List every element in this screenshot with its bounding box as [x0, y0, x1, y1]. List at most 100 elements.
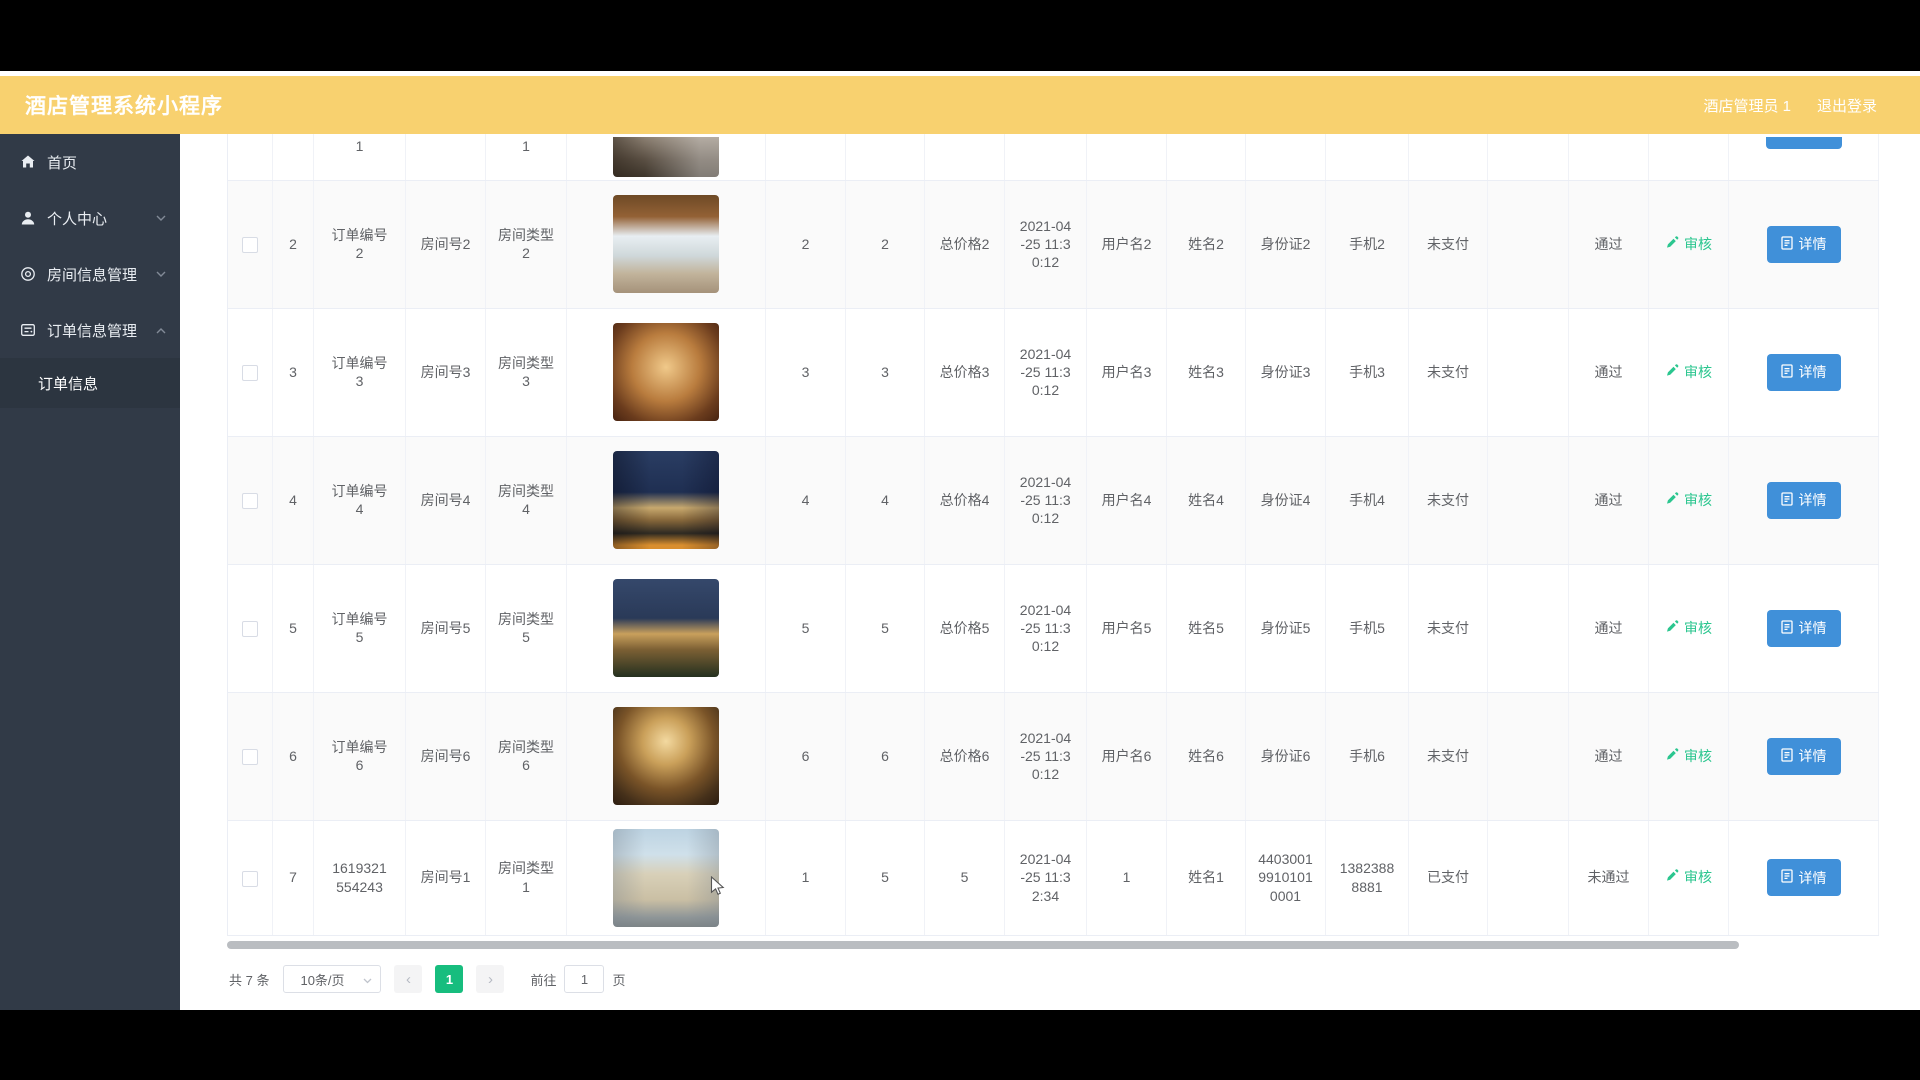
room-image — [566, 820, 766, 936]
row-checkbox[interactable] — [242, 237, 258, 254]
pay-status — [1408, 134, 1488, 181]
room-number — [405, 134, 486, 181]
audit-link[interactable]: 审核 — [1665, 619, 1712, 637]
page-1-button[interactable]: 1 — [435, 965, 464, 993]
room-image[interactable] — [613, 828, 719, 927]
cell-value: 2021-04-25 11:32:34 — [1019, 851, 1072, 904]
cell-value: 总价格4 — [939, 491, 990, 508]
real-name: 姓名2 — [1166, 180, 1246, 309]
audit-link[interactable]: 审核 — [1665, 491, 1712, 509]
num-col-1: 6 — [765, 692, 846, 821]
audit-status: 未通过 — [1568, 820, 1649, 936]
detail-button[interactable]: 详情 — [1766, 353, 1841, 391]
num-col-2: 4 — [845, 436, 925, 565]
cell-value: 用户名2 — [1101, 235, 1152, 252]
room-image — [566, 180, 766, 309]
phone-number — [1325, 134, 1409, 181]
id-card: 身份证6 — [1245, 692, 1326, 821]
detail-button[interactable]: 详情 — [1766, 225, 1841, 263]
detail-label: 详情 — [1798, 620, 1827, 636]
audit-link[interactable]: 审核 — [1665, 747, 1712, 765]
cell-value: 5 — [960, 869, 969, 886]
cell-value: 5 — [881, 869, 889, 886]
detail-button[interactable]: 详情 — [1766, 737, 1841, 775]
cell-value: 2021-04-25 11:30:12 — [1019, 473, 1072, 527]
row-index: 6 — [272, 692, 314, 821]
horizontal-scrollbar-thumb[interactable] — [227, 941, 1739, 949]
username: 用户名6 — [1086, 692, 1167, 821]
row-checkbox[interactable] — [242, 749, 258, 766]
order-number: 订单编号3 — [313, 308, 406, 437]
cell-value: 1 — [522, 138, 530, 154]
sidebar-subitem-order-info[interactable]: 订单信息 — [0, 358, 180, 408]
row-index: 2 — [272, 180, 314, 309]
sidebar-item-room-management[interactable]: 房间信息管理 — [0, 246, 180, 302]
cell-value: 1619321554243 — [332, 860, 387, 895]
audit-link[interactable]: 审核 — [1665, 868, 1712, 886]
cell-value: 通过 — [1594, 747, 1623, 764]
cell-value: 身份证3 — [1260, 363, 1311, 380]
cell-value: 未支付 — [1427, 491, 1469, 508]
audit-label: 审核 — [1684, 619, 1712, 636]
detail-button[interactable] — [1765, 137, 1842, 149]
select-checkbox — [227, 692, 273, 821]
order-time — [1004, 134, 1087, 181]
chevron-down-icon — [156, 215, 166, 222]
logout-link[interactable]: 退出登录 — [1817, 95, 1877, 116]
detail-button: 详情 — [1728, 180, 1879, 309]
room-image[interactable] — [613, 137, 719, 177]
cell-value: 已支付 — [1427, 869, 1469, 886]
detail-button[interactable]: 详情 — [1766, 609, 1841, 647]
id-card: 身份证5 — [1245, 564, 1326, 693]
goto-page-input[interactable] — [564, 965, 605, 993]
pay-status: 未支付 — [1408, 564, 1488, 693]
sidebar-item-home[interactable]: 首页 — [0, 134, 180, 190]
cell-value: 6 — [881, 747, 889, 764]
cell-value: 1 — [1122, 869, 1131, 886]
detail-button[interactable]: 详情 — [1766, 859, 1841, 896]
phone-number: 手机5 — [1325, 564, 1409, 693]
room-image[interactable] — [613, 451, 719, 549]
num-col-2: 6 — [845, 692, 925, 821]
num-col-2: 2 — [845, 180, 925, 309]
row-checkbox[interactable] — [242, 621, 258, 638]
room-image[interactable] — [613, 195, 719, 293]
select-arrow-icon — [363, 972, 372, 987]
blank-col — [1487, 436, 1569, 565]
cell-value: 6 — [801, 747, 810, 764]
audit-link[interactable]: 审核 — [1665, 363, 1712, 381]
phone-number: 手机3 — [1325, 308, 1409, 437]
num-col-1: 1 — [765, 820, 846, 936]
page-size-select[interactable]: 10条/页 — [283, 965, 382, 993]
room-image[interactable] — [613, 323, 719, 421]
cell-value: 用户名4 — [1101, 491, 1152, 508]
cell-value: 总价格3 — [939, 363, 990, 380]
audit-link[interactable]: 审核 — [1665, 235, 1712, 253]
user-icon — [20, 210, 36, 226]
id-card: 身份证3 — [1245, 308, 1326, 437]
row-checkbox[interactable] — [242, 870, 258, 887]
room-image[interactable] — [613, 579, 719, 677]
cell-value: 用户名6 — [1101, 747, 1152, 764]
sidebar-item-order-management[interactable]: 订单信息管理 — [0, 302, 180, 358]
document-icon — [1780, 747, 1793, 765]
room-image[interactable] — [613, 707, 719, 805]
detail-button: 详情 — [1728, 564, 1879, 693]
row-checkbox[interactable] — [242, 493, 258, 510]
prev-page-button[interactable]: ‹ — [394, 965, 423, 993]
real-name: 姓名6 — [1166, 692, 1246, 821]
page-size-value: 10条/页 — [300, 972, 345, 988]
cell-value: 通过 — [1594, 491, 1623, 508]
cell-value: 姓名2 — [1188, 235, 1224, 252]
select-checkbox — [227, 436, 273, 565]
blank-col — [1487, 820, 1569, 936]
audit-link: 审核 — [1648, 820, 1729, 936]
pay-status: 已支付 — [1408, 820, 1488, 936]
sidebar-item-personal-center[interactable]: 个人中心 — [0, 190, 180, 246]
order-number: 订单编号4 — [313, 436, 406, 565]
next-page-button[interactable]: › — [476, 965, 505, 993]
order-number: 1 — [313, 134, 406, 181]
row-checkbox[interactable] — [242, 365, 258, 382]
detail-button[interactable]: 详情 — [1766, 481, 1841, 519]
table-row: 7 1619321554243 房间号1 房间类型1 1 5 5 2021-04-25 11:… — [227, 820, 1879, 936]
